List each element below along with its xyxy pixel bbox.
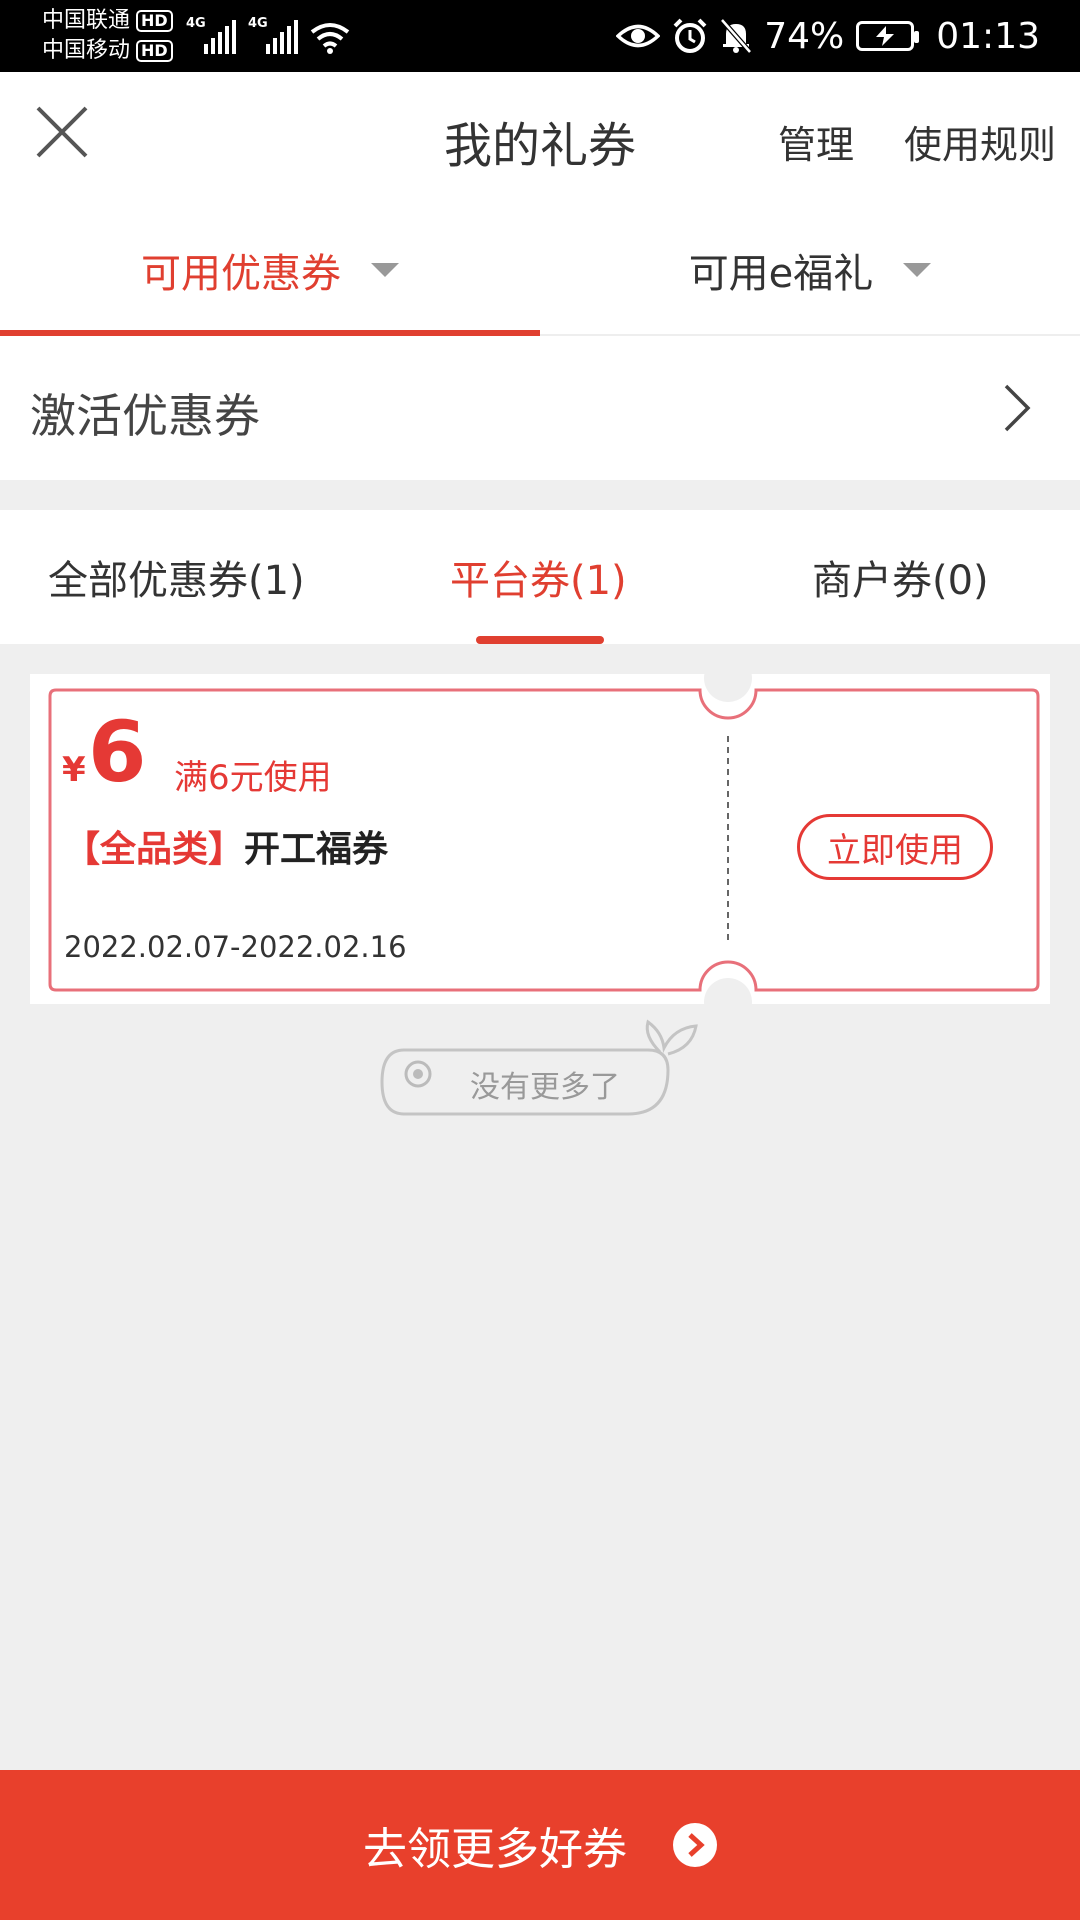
battery-percent: 74% <box>764 15 845 57</box>
tab-available-coupons[interactable]: 可用优惠券 <box>0 204 540 336</box>
status-bar: 中国联通 HD 中国移动 HD 4G 4G 74% 01:13 <box>0 0 1080 72</box>
clock: 01:13 <box>936 15 1040 57</box>
tab-label: 可用优惠券 <box>141 251 341 297</box>
no-more-text: 没有更多了 <box>470 1070 620 1105</box>
coupon-validity: 2022.02.07-2022.02.16 <box>64 930 407 964</box>
use-now-button[interactable]: 立即使用 <box>797 814 993 880</box>
app-header: 我的礼券 管理 使用规则 <box>0 72 1080 204</box>
signal-group: 4G 4G <box>186 14 350 54</box>
tab-available-e-gifts[interactable]: 可用e福礼 <box>540 204 1080 336</box>
tab-all-coupons[interactable]: 全部优惠券(1) <box>48 548 305 606</box>
tab-merchant-coupons[interactable]: 商户券(0) <box>812 548 989 606</box>
activate-coupon-label: 激活优惠券 <box>30 389 260 443</box>
get-more-coupons-label: 去领更多好券 <box>363 1824 627 1875</box>
status-right: 74% 01:13 <box>616 0 1040 72</box>
battery-charging-icon <box>856 21 920 51</box>
carrier-1: 中国联通 <box>42 8 131 33</box>
tab-label: 可用e福礼 <box>688 251 874 297</box>
carrier-2: 中国移动 <box>42 38 131 63</box>
coupon-condition: 满6元使用 <box>174 758 332 798</box>
manage-button[interactable]: 管理 <box>778 114 854 169</box>
coupon-amount: 6 <box>88 703 147 801</box>
arrow-right-circle-icon <box>673 1823 717 1867</box>
coupon-type-tabs: 全部优惠券(1) 平台券(1) 商户券(0) <box>0 510 1080 644</box>
close-icon[interactable] <box>34 104 90 160</box>
alarm-icon <box>673 18 707 53</box>
top-tabs: 可用优惠券 可用e福礼 <box>0 204 1080 336</box>
coupon-card: ¥ 6 满6元使用 【全品类】 开工福券 2022.02.07-2022.02.… <box>30 674 1050 1004</box>
eye-icon <box>616 24 661 48</box>
coupon-name: 开工福券 <box>244 829 389 870</box>
dropdown-triangle-icon <box>903 263 932 277</box>
hd-badge-1: HD <box>136 10 173 32</box>
activate-coupon-row[interactable]: 激活优惠券 <box>0 336 1080 480</box>
active-sub-tab-indicator <box>476 636 604 644</box>
hd-badge-2: HD <box>136 40 173 62</box>
network-type-1: 4G <box>186 16 206 31</box>
network-type-2: 4G <box>248 16 268 31</box>
wifi-icon <box>310 23 350 54</box>
chevron-right-icon <box>1004 384 1031 432</box>
usage-rules-button[interactable]: 使用规则 <box>904 114 1056 169</box>
signal-icon: 4G <box>248 14 298 54</box>
tab-platform-coupons[interactable]: 平台券(1) <box>450 548 627 606</box>
mute-bell-icon <box>720 18 753 54</box>
signal-icon: 4G <box>186 14 236 54</box>
carrier-info: 中国联通 HD 中国移动 HD <box>42 6 173 66</box>
currency-symbol: ¥ <box>62 750 86 790</box>
get-more-coupons-button[interactable]: 去领更多好券 <box>0 1770 1080 1920</box>
dropdown-triangle-icon <box>371 263 399 277</box>
coupon-category: 【全品类】 <box>64 829 245 870</box>
